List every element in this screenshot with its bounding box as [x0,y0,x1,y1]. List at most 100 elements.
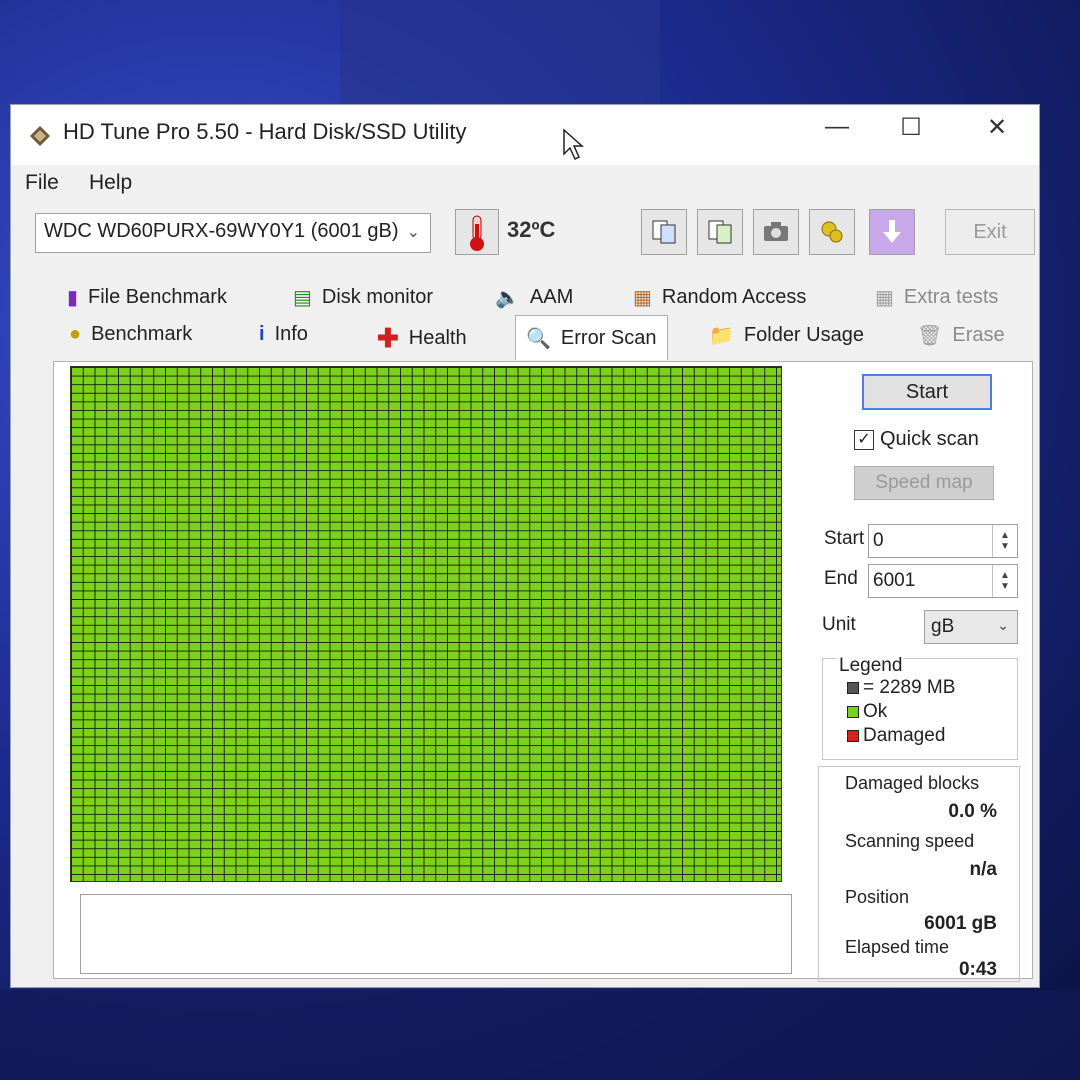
window-title: HD Tune Pro 5.50 - Hard Disk/SSD Utility [63,119,467,144]
tab-extra-tests[interactable]: ▦ Extra tests [875,285,998,310]
download-button[interactable] [869,209,915,255]
legend-damaged-text: Damaged [863,725,946,746]
tab-aam[interactable]: 🔈 AAM [495,285,573,310]
tab-random-access[interactable]: ▦ Random Access [633,285,806,310]
tab-label: Info [274,323,308,345]
damaged-blocks-value: 0.0 % [948,801,997,822]
start-scan-button[interactable]: Start [862,374,992,410]
download-arrow-icon [883,220,901,243]
tab-label: Erase [952,324,1005,346]
maximize-button[interactable]: ☐ [881,105,941,149]
title-bar[interactable]: HD Tune Pro 5.50 - Hard Disk/SSD Utility… [11,105,1039,165]
scanning-speed-label: Scanning speed [845,831,975,851]
legend-block-size-text: = 2289 MB [863,677,956,698]
speaker-icon: 🔈 [495,287,520,309]
end-input[interactable]: 6001 ▲ ▼ [868,564,1018,598]
copy-text-icon [708,220,732,244]
maximize-icon: ☐ [900,113,922,141]
tab-label: Disk monitor [321,286,434,308]
toolbar: WDC WD60PURX-69WY0Y1 (6001 gB) ⌄ 32ºC Ex… [11,201,1039,275]
legend-damaged: Damaged [847,725,945,747]
temperature-readout: 32ºC [507,217,556,242]
legend-box: Legend = 2289 MB Ok Damaged [822,655,1018,760]
tab-bar: ▮ File Benchmark ▤ Disk monitor 🔈 AAM ▦ … [11,275,1039,361]
copy-info-button[interactable] [641,209,687,255]
camera-icon [764,222,788,241]
file-benchmark-icon: ▮ [67,287,79,309]
end-label: End [824,568,858,589]
tab-label: Benchmark [91,323,193,345]
exit-button[interactable]: Exit [945,209,1035,255]
position-value: 6001 gB [924,913,997,934]
mouse-cursor-icon [563,128,584,161]
drive-name: WDC WD60PURX-69WY0Y1 (6001 gB) [44,220,399,242]
tab-info[interactable]: i Info [259,323,308,346]
drive-select[interactable]: WDC WD60PURX-69WY0Y1 (6001 gB) ⌄ [35,213,431,253]
magnifier-icon: 🔍 [526,327,551,350]
end-spinner[interactable]: ▲ ▼ [992,565,1017,597]
tab-disk-monitor[interactable]: ▤ Disk monitor [293,285,433,310]
menu-help[interactable]: Help [89,171,132,195]
copy-info-icon [652,220,676,244]
tab-label: Folder Usage [743,324,864,346]
damaged-swatch [847,730,859,742]
unit-select[interactable]: gB ⌄ [924,610,1018,644]
tab-label: Extra tests [903,286,999,308]
options-icon [821,221,843,243]
start-value: 0 [873,530,884,551]
end-value: 6001 [873,570,916,591]
unit-value: gB [931,616,955,637]
tab-error-scan[interactable]: 🔍 Error Scan [515,315,668,360]
elapsed-time-value: 0:43 [958,959,997,980]
tab-erase[interactable]: 🗑 Erase [917,323,1005,348]
tab-label: Health [408,327,467,349]
quick-scan-checkbox[interactable]: ✓ [854,429,874,450]
damaged-blocks-label: Damaged blocks [845,773,980,793]
unit-label: Unit [822,614,856,635]
benchmark-icon: ● [69,323,82,345]
legend-ok: Ok [847,701,887,723]
disk-monitor-icon: ▤ [293,287,312,309]
info-icon: i [259,323,265,345]
position-label: Position [845,887,910,907]
log-box [80,894,792,974]
minimize-button[interactable]: — [807,105,867,149]
tab-file-benchmark[interactable]: ▮ File Benchmark [67,285,227,310]
screenshot-button[interactable] [753,209,799,255]
start-input[interactable]: 0 ▲ ▼ [868,524,1018,558]
background-building [0,990,1080,1080]
tab-label: Random Access [661,286,807,308]
health-cross-icon: ✚ [377,323,399,353]
scanning-speed-value: n/a [969,859,997,880]
quick-scan-option[interactable]: ✓ Quick scan [854,428,979,451]
block-map-grid [70,366,782,882]
close-icon: ✕ [986,113,1008,141]
elapsed-time-label: Elapsed time [845,937,950,957]
options-button[interactable] [809,209,855,255]
tab-label: Error Scan [560,326,657,349]
thermometer-icon [455,209,499,255]
app-window: HD Tune Pro 5.50 - Hard Disk/SSD Utility… [10,104,1040,988]
menu-file[interactable]: File [25,171,59,195]
ok-swatch [847,706,859,718]
close-button[interactable]: ✕ [967,105,1027,149]
chevron-down-icon: ⌄ [997,617,1009,633]
tab-benchmark[interactable]: ● Benchmark [69,323,192,346]
block-size-swatch [847,682,859,694]
tab-folder-usage[interactable]: 📁 Folder Usage [709,323,864,348]
tab-label: File Benchmark [88,286,227,308]
trash-icon: 🗑 [917,325,943,347]
background-building [340,0,660,104]
error-scan-panel: Start ✓ Quick scan Speed map Start 0 ▲ ▼ … [53,361,1033,982]
copy-text-button[interactable] [697,209,743,255]
extra-tests-icon: ▦ [875,287,894,309]
chevron-down-icon: ⌄ [406,224,420,241]
random-access-icon: ▦ [633,287,652,309]
folder-icon: 📁 [709,325,734,347]
start-spinner[interactable]: ▲ ▼ [992,525,1017,557]
tab-health[interactable]: ✚ Health [377,323,467,354]
app-logo-icon [30,126,50,146]
menu-bar: File Help [11,165,1039,201]
legend-title: Legend [837,655,905,677]
speed-map-button[interactable]: Speed map [854,466,994,500]
